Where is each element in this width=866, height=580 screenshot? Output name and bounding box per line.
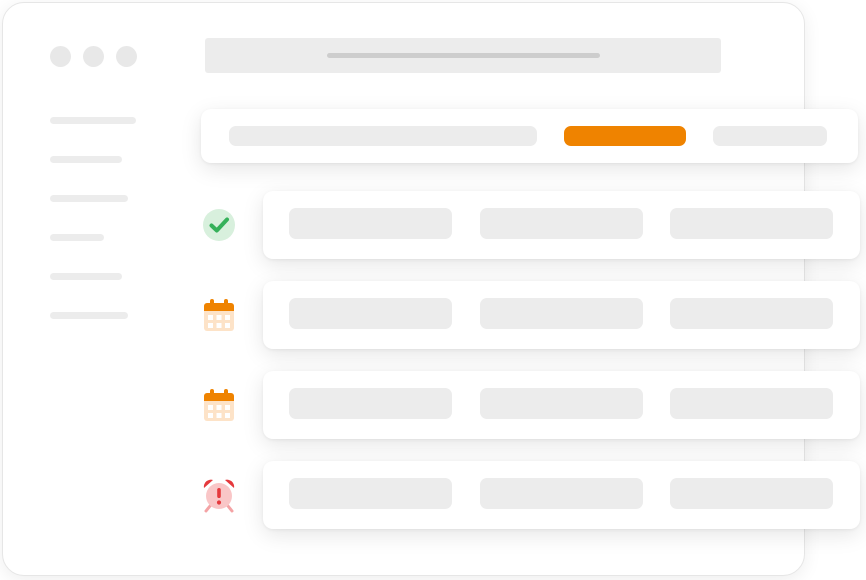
table-cell-placeholder bbox=[480, 298, 643, 329]
sidebar-item-placeholder[interactable] bbox=[50, 234, 104, 241]
calendar-icon bbox=[201, 387, 237, 423]
table-row[interactable] bbox=[263, 281, 860, 349]
table-row[interactable] bbox=[263, 191, 860, 259]
table-cell-placeholder bbox=[480, 208, 643, 239]
calendar-icon bbox=[201, 297, 237, 333]
table-cell-placeholder bbox=[670, 478, 833, 509]
table-row[interactable] bbox=[263, 371, 860, 439]
window-control-dot[interactable] bbox=[50, 46, 71, 67]
sidebar-item-placeholder[interactable] bbox=[50, 117, 136, 124]
toolbar-card bbox=[201, 109, 858, 163]
sidebar-item-placeholder[interactable] bbox=[50, 273, 122, 280]
table-cell-placeholder bbox=[289, 388, 452, 419]
window-control-dot[interactable] bbox=[116, 46, 137, 67]
table-cell-placeholder bbox=[289, 208, 452, 239]
secondary-action-button[interactable] bbox=[713, 126, 827, 146]
table-cell-placeholder bbox=[670, 208, 833, 239]
table-cell-placeholder bbox=[670, 298, 833, 329]
address-bar[interactable] bbox=[205, 38, 721, 73]
table-cell-placeholder bbox=[480, 478, 643, 509]
table-row[interactable] bbox=[263, 461, 860, 529]
primary-action-button[interactable] bbox=[564, 126, 686, 146]
toolbar-search-placeholder[interactable] bbox=[229, 126, 537, 146]
table-cell-placeholder bbox=[670, 388, 833, 419]
address-bar-text-placeholder bbox=[327, 53, 600, 58]
table-cell-placeholder bbox=[289, 478, 452, 509]
table-cell-placeholder bbox=[480, 388, 643, 419]
sidebar-item-placeholder[interactable] bbox=[50, 195, 128, 202]
alarm-clock-alert-icon bbox=[201, 477, 237, 513]
checkmark-icon bbox=[201, 207, 237, 243]
table-cell-placeholder bbox=[289, 298, 452, 329]
sidebar-item-placeholder[interactable] bbox=[50, 312, 128, 319]
sidebar-item-placeholder[interactable] bbox=[50, 156, 122, 163]
window-control-dot[interactable] bbox=[83, 46, 104, 67]
